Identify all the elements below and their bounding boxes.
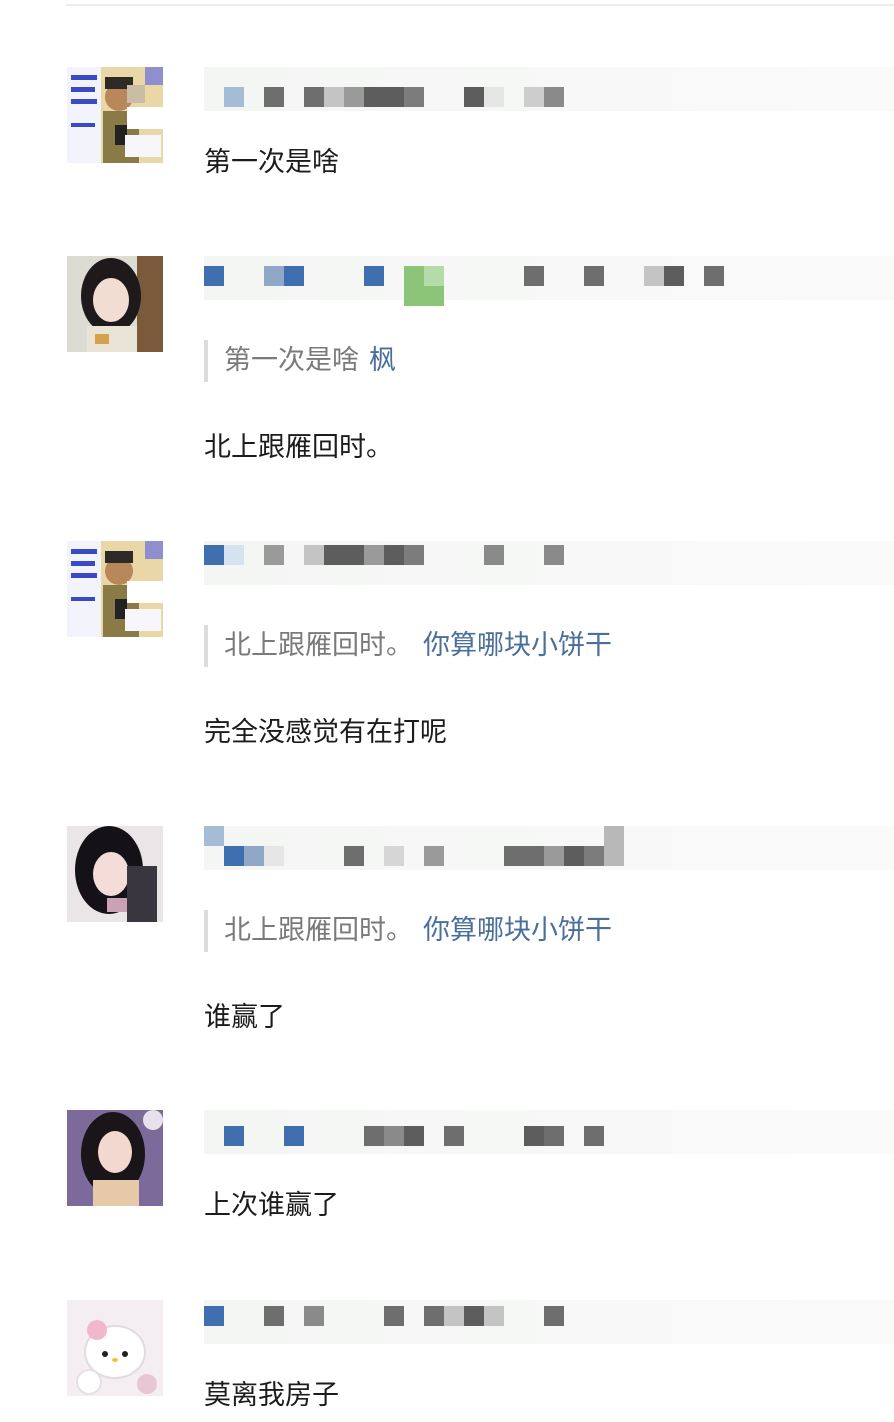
avatar[interactable] [67, 256, 163, 352]
quote-text: 北上跟雁回时。 [224, 915, 413, 946]
avatar[interactable] [67, 1300, 163, 1396]
avatar[interactable] [67, 67, 163, 163]
comment-feed: 第一次是啥 第一次是啥 枫 北上跟雁回时。 北上跟雁回时。 你算哪块小饼干 完全… [0, 0, 894, 1422]
username-mosaic[interactable] [204, 1300, 894, 1344]
avatar[interactable] [67, 541, 163, 637]
username-mosaic[interactable] [204, 826, 894, 870]
avatar[interactable] [67, 1110, 163, 1206]
quoted-reply[interactable]: 北上跟雁回时。 你算哪块小饼干 [204, 910, 612, 952]
username-mosaic[interactable] [204, 67, 894, 111]
quoted-reply[interactable]: 第一次是啥枫 [204, 340, 396, 382]
comment-text: 完全没感觉有在打呢 [204, 717, 447, 748]
divider [66, 4, 894, 6]
username-mosaic[interactable] [204, 256, 894, 306]
quote-author[interactable]: 枫 [369, 345, 396, 376]
quote-author[interactable]: 你算哪块小饼干 [423, 915, 612, 946]
quoted-reply[interactable]: 北上跟雁回时。 你算哪块小饼干 [204, 625, 612, 667]
comment-text: 上次谁赢了 [204, 1190, 339, 1221]
username-mosaic[interactable] [204, 1110, 894, 1154]
quote-author[interactable]: 你算哪块小饼干 [423, 630, 612, 661]
avatar[interactable] [67, 826, 163, 922]
quote-text: 北上跟雁回时。 [224, 630, 413, 661]
username-mosaic[interactable] [204, 541, 894, 585]
comment-text: 第一次是啥 [204, 147, 339, 178]
quote-text: 第一次是啥 [224, 345, 359, 376]
comment-text: 谁赢了 [204, 1002, 285, 1033]
comment-text: 莫离我房子 [204, 1380, 339, 1411]
comment-text: 北上跟雁回时。 [204, 432, 393, 463]
